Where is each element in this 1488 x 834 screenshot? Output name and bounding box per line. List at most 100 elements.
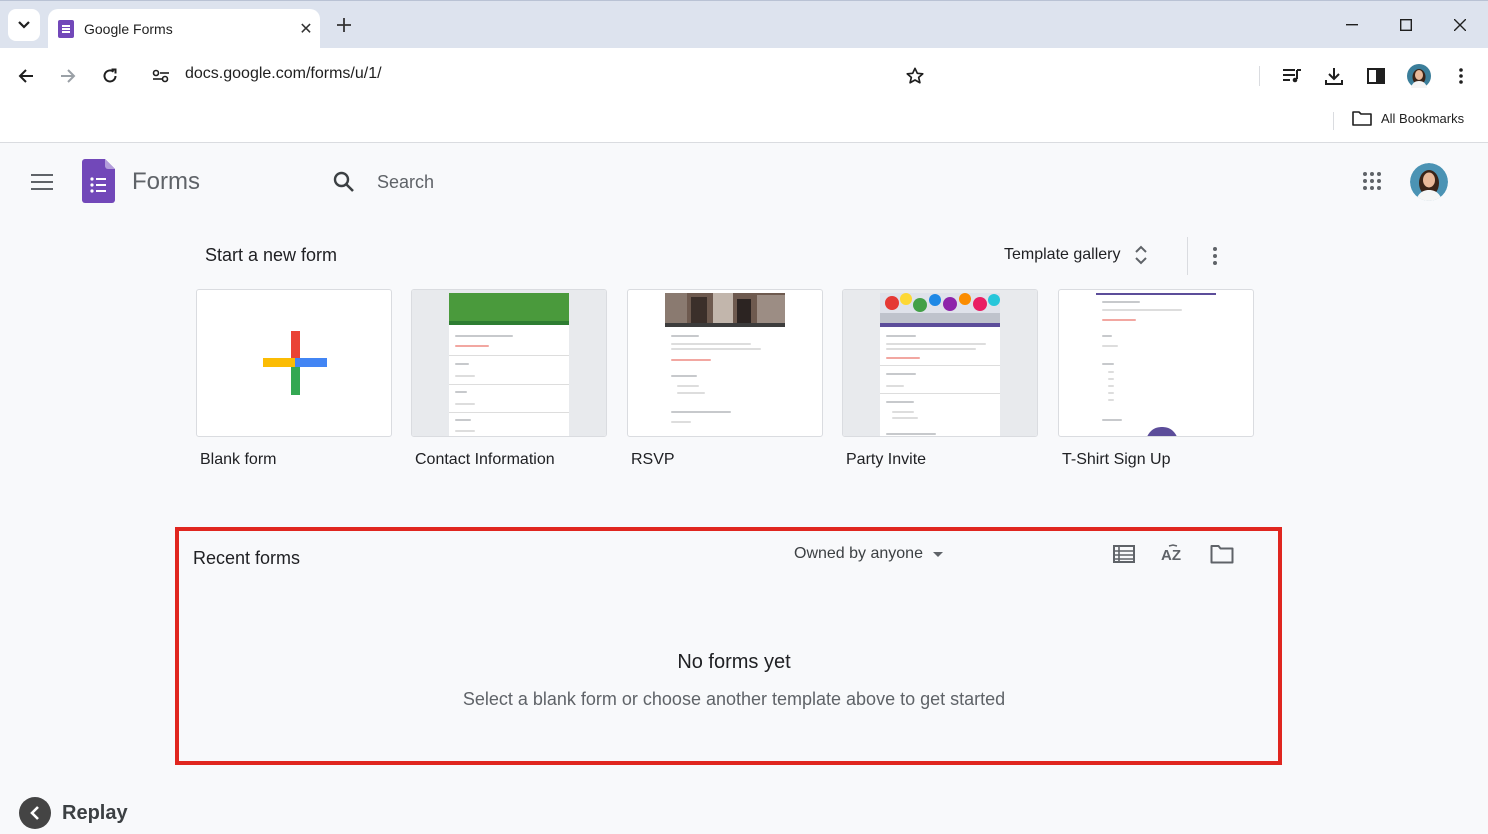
template-card-contact-information[interactable]: Contact Information: [411, 289, 607, 469]
start-new-form-heading: Start a new form: [205, 245, 338, 265]
owner-filter-dropdown[interactable]: Owned by anyone: [794, 545, 943, 563]
chevron-down-icon: [18, 21, 30, 29]
list-view-button[interactable]: [1110, 540, 1138, 568]
preview-header-banner: [449, 293, 569, 325]
tab-search-button[interactable]: [8, 9, 40, 41]
address-bar[interactable]: docs.google.com/forms/u/1/: [185, 65, 382, 83]
minimize-button[interactable]: [1332, 9, 1372, 41]
plus-icon: [337, 18, 351, 32]
plus-multicolor-icon: [263, 331, 327, 395]
empty-state-subtitle: Select a blank form or choose another te…: [462, 689, 1006, 709]
template-thumbnail[interactable]: [1058, 289, 1254, 437]
template-card-t-shirt-sign-up[interactable]: T-Shirt Sign Up: [1058, 289, 1254, 469]
search-input[interactable]: [377, 168, 877, 196]
dropdown-arrow-icon: [932, 551, 943, 557]
template-options-button[interactable]: [1203, 240, 1227, 272]
minimize-icon: [1346, 24, 1358, 26]
preview-top-stripe: [1096, 293, 1216, 295]
preview-photo-banner: [665, 293, 785, 327]
template-thumbnail[interactable]: [842, 289, 1038, 437]
tab-strip: Google Forms ✕: [0, 0, 1488, 49]
avatar: [1410, 163, 1448, 201]
more-vert-icon: [1459, 68, 1463, 84]
preview-shirt-graphic: [1147, 427, 1177, 436]
sort-button[interactable]: AZ: [1159, 540, 1187, 568]
preview-balloon-banner: [880, 293, 1000, 327]
hamburger-icon: [31, 174, 53, 190]
more-vert-icon: [1213, 247, 1217, 265]
replay-label: Replay: [62, 801, 128, 824]
replay-button[interactable]: Replay: [19, 797, 128, 829]
template-card-blank[interactable]: Blank form: [196, 289, 392, 469]
tune-icon: [152, 69, 169, 83]
folder-icon: [1210, 545, 1234, 564]
file-picker-button[interactable]: [1208, 540, 1236, 568]
maximize-icon: [1400, 19, 1412, 31]
account-avatar[interactable]: [1410, 163, 1448, 201]
template-card-rsvp[interactable]: RSVP: [627, 289, 823, 469]
template-label: RSVP: [631, 451, 675, 468]
bookmarks-bar: All Bookmarks: [0, 104, 1488, 143]
forms-favicon-icon: [58, 20, 74, 38]
avatar: [1407, 64, 1431, 88]
media-controls-button[interactable]: [1276, 60, 1308, 92]
unfold-icon: [1134, 245, 1147, 265]
all-bookmarks-label: All Bookmarks: [1381, 110, 1465, 126]
browser-tab-google-forms[interactable]: Google Forms ✕: [48, 9, 320, 49]
svg-text:AZ: AZ: [1161, 547, 1181, 564]
list-view-icon: [1113, 545, 1135, 563]
all-bookmarks-button[interactable]: All Bookmarks: [1352, 110, 1464, 126]
forward-button[interactable]: [52, 60, 84, 92]
browser-menu-button[interactable]: [1445, 60, 1477, 92]
template-card-party-invite[interactable]: Party Invite: [842, 289, 1038, 469]
chevron-left-icon: [19, 797, 51, 829]
star-icon: [906, 67, 924, 84]
back-button[interactable]: [10, 60, 42, 92]
forms-header: Forms: [0, 144, 1488, 220]
template-gallery-button[interactable]: Template gallery: [1004, 245, 1147, 265]
site-info-button[interactable]: [145, 60, 177, 92]
new-tab-button[interactable]: [330, 11, 358, 39]
downloads-button[interactable]: [1318, 60, 1350, 92]
template-label: T-Shirt Sign Up: [1062, 451, 1171, 468]
form-preview: [1096, 293, 1216, 436]
side-panel-icon: [1367, 68, 1385, 84]
form-preview: [449, 293, 569, 436]
folder-icon: [1352, 111, 1372, 126]
form-preview: [665, 293, 785, 436]
maximize-button[interactable]: [1386, 9, 1426, 41]
browser-toolbar: docs.google.com/forms/u/1/: [0, 48, 1488, 104]
forms-logo-icon: [82, 159, 115, 203]
gallery-separator: [1187, 237, 1188, 275]
forms-logo[interactable]: [82, 159, 115, 203]
template-label: Contact Information: [415, 451, 555, 468]
download-icon: [1325, 68, 1343, 85]
google-apps-button[interactable]: [1356, 165, 1388, 197]
reload-button[interactable]: [94, 60, 126, 92]
arrow-left-icon: [18, 69, 33, 83]
main-menu-button[interactable]: [26, 166, 58, 198]
reload-icon: [103, 68, 117, 83]
template-thumbnail[interactable]: [411, 289, 607, 437]
bookmarks-separator: [1333, 112, 1334, 130]
recent-forms-heading: Recent forms: [193, 548, 301, 568]
profile-button[interactable]: [1403, 60, 1435, 92]
template-thumbnail[interactable]: [627, 289, 823, 437]
close-window-button[interactable]: [1440, 9, 1480, 41]
template-label: Party Invite: [846, 451, 927, 468]
app-title: Forms: [132, 168, 200, 195]
template-thumbnail[interactable]: [196, 289, 392, 437]
bookmark-star-button[interactable]: [899, 60, 931, 92]
tab-title: Google Forms: [84, 21, 173, 37]
search-icon: [333, 171, 354, 192]
arrow-right-icon: [61, 69, 76, 83]
owner-filter-label: Owned by anyone: [794, 545, 923, 562]
close-icon: [1454, 19, 1466, 31]
template-label: Blank form: [200, 451, 277, 468]
tab-close-icon[interactable]: ✕: [292, 19, 320, 39]
search-button[interactable]: [330, 168, 358, 196]
side-panel-button[interactable]: [1360, 60, 1392, 92]
empty-state-title: No forms yet: [677, 651, 791, 673]
sort-by-alpha-icon: AZ: [1161, 544, 1181, 564]
apps-grid-icon: [1363, 172, 1381, 190]
